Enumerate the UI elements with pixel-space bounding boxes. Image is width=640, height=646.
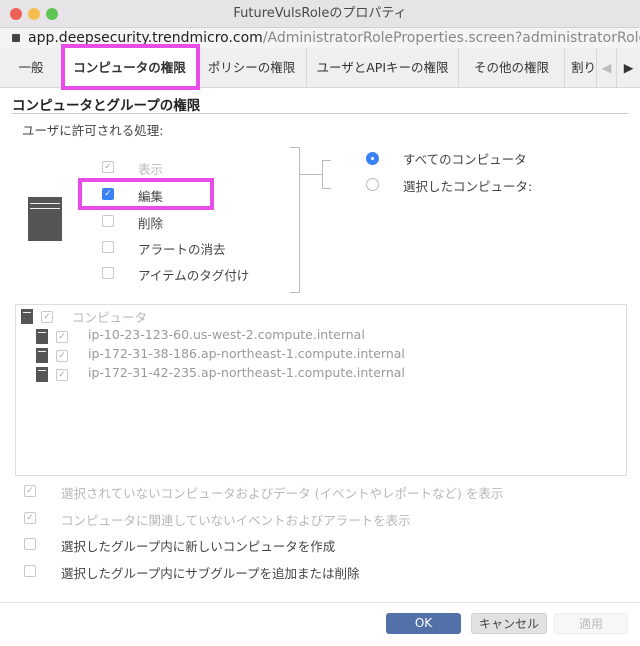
tab-user-api-permissions[interactable]: ユーザとAPIキーの権限 — [307, 48, 459, 88]
tab-policy-permissions[interactable]: ポリシーの権限 — [197, 48, 307, 88]
computer-tree: ✓ コンピュータ ✓ ip-10-23-123-60.us-west-2.com… — [15, 304, 627, 476]
cancel-button[interactable]: キャンセル — [471, 613, 547, 634]
highlight-box-tab — [61, 44, 200, 90]
label-create-computers: 選択したグループ内に新しいコンピュータを作成 — [61, 539, 336, 554]
title-bar: FutureVulsRoleのプロパティ — [0, 0, 640, 28]
checkbox-manage-subgroups[interactable] — [24, 565, 36, 577]
ok-button[interactable]: OK — [386, 613, 461, 634]
checkbox-create-computers[interactable] — [24, 538, 36, 550]
tree-checkbox-root[interactable]: ✓ — [41, 311, 53, 323]
label-view: 表示 — [138, 162, 164, 177]
label-dismiss-alerts: アラートの消去 — [138, 242, 226, 257]
label-all-computers: すべてのコンピュータ — [403, 152, 527, 167]
label-show-unrelated-events: コンピュータに関連していないイベントおよびアラートを表示 — [61, 513, 411, 528]
tree-root-label: コンピュータ — [72, 310, 148, 325]
tree-checkbox-item[interactable]: ✓ — [56, 331, 68, 343]
tab-other-permissions[interactable]: その他の権限 — [459, 48, 565, 88]
minimize-window-button[interactable] — [28, 8, 40, 20]
tree-item-label: ip-172-31-38-186.ap-northeast-1.compute.… — [88, 346, 405, 361]
tree-checkbox-item[interactable]: ✓ — [56, 350, 68, 362]
tab-assign[interactable]: 割り — [565, 48, 597, 88]
checkbox-delete[interactable] — [102, 215, 114, 227]
footer-divider — [0, 602, 640, 603]
maximize-window-button[interactable] — [46, 8, 58, 20]
tab-scroll-right-icon[interactable]: ▶ — [617, 48, 640, 88]
label-tag-items: アイテムのタグ付け — [138, 268, 250, 283]
bracket-large — [290, 147, 300, 293]
computer-icon — [36, 348, 48, 363]
checkbox-dismiss-alerts[interactable] — [102, 241, 114, 253]
computer-icon — [21, 309, 33, 324]
section-title: コンピュータとグループの権限 — [12, 98, 201, 114]
bracket-connector — [300, 174, 322, 175]
label-delete: 削除 — [138, 216, 164, 231]
radio-selected-computers[interactable] — [366, 178, 379, 191]
divider — [12, 113, 628, 114]
bracket-small — [322, 160, 331, 189]
apply-button[interactable]: 適用 — [554, 613, 628, 634]
computer-icon — [36, 329, 48, 344]
label-selected-computers: 選択したコンピュータ: — [403, 179, 533, 194]
computer-icon — [28, 197, 62, 241]
close-window-button[interactable] — [10, 8, 22, 20]
tree-item-label: ip-172-31-42-235.ap-northeast-1.compute.… — [88, 365, 405, 380]
section-subtitle: ユーザに許可される処理: — [22, 123, 164, 138]
window-title: FutureVulsRoleのプロパティ — [233, 6, 407, 21]
label-show-unselected: 選択されていないコンピュータおよびデータ (イベントやレポートなど) を表示 — [61, 486, 504, 501]
checkbox-show-unselected[interactable]: ✓ — [24, 485, 36, 497]
highlight-box-edit — [78, 178, 214, 210]
computer-icon — [36, 367, 48, 382]
tab-general[interactable]: 一般 — [0, 48, 63, 88]
checkbox-show-unrelated-events[interactable]: ✓ — [24, 512, 36, 524]
url-path: /AdministratorRoleProperties.screen?admi… — [262, 30, 640, 46]
label-manage-subgroups: 選択したグループ内にサブグループを追加または削除 — [61, 566, 360, 581]
tree-item-label: ip-10-23-123-60.us-west-2.compute.intern… — [88, 327, 365, 342]
checkbox-view[interactable]: ✓ — [102, 161, 114, 173]
lock-icon — [12, 34, 20, 42]
tree-checkbox-item[interactable]: ✓ — [56, 369, 68, 381]
radio-all-computers[interactable] — [366, 152, 379, 165]
tab-scroll-left-icon[interactable]: ◀ — [597, 48, 617, 88]
checkbox-tag-items[interactable] — [102, 267, 114, 279]
